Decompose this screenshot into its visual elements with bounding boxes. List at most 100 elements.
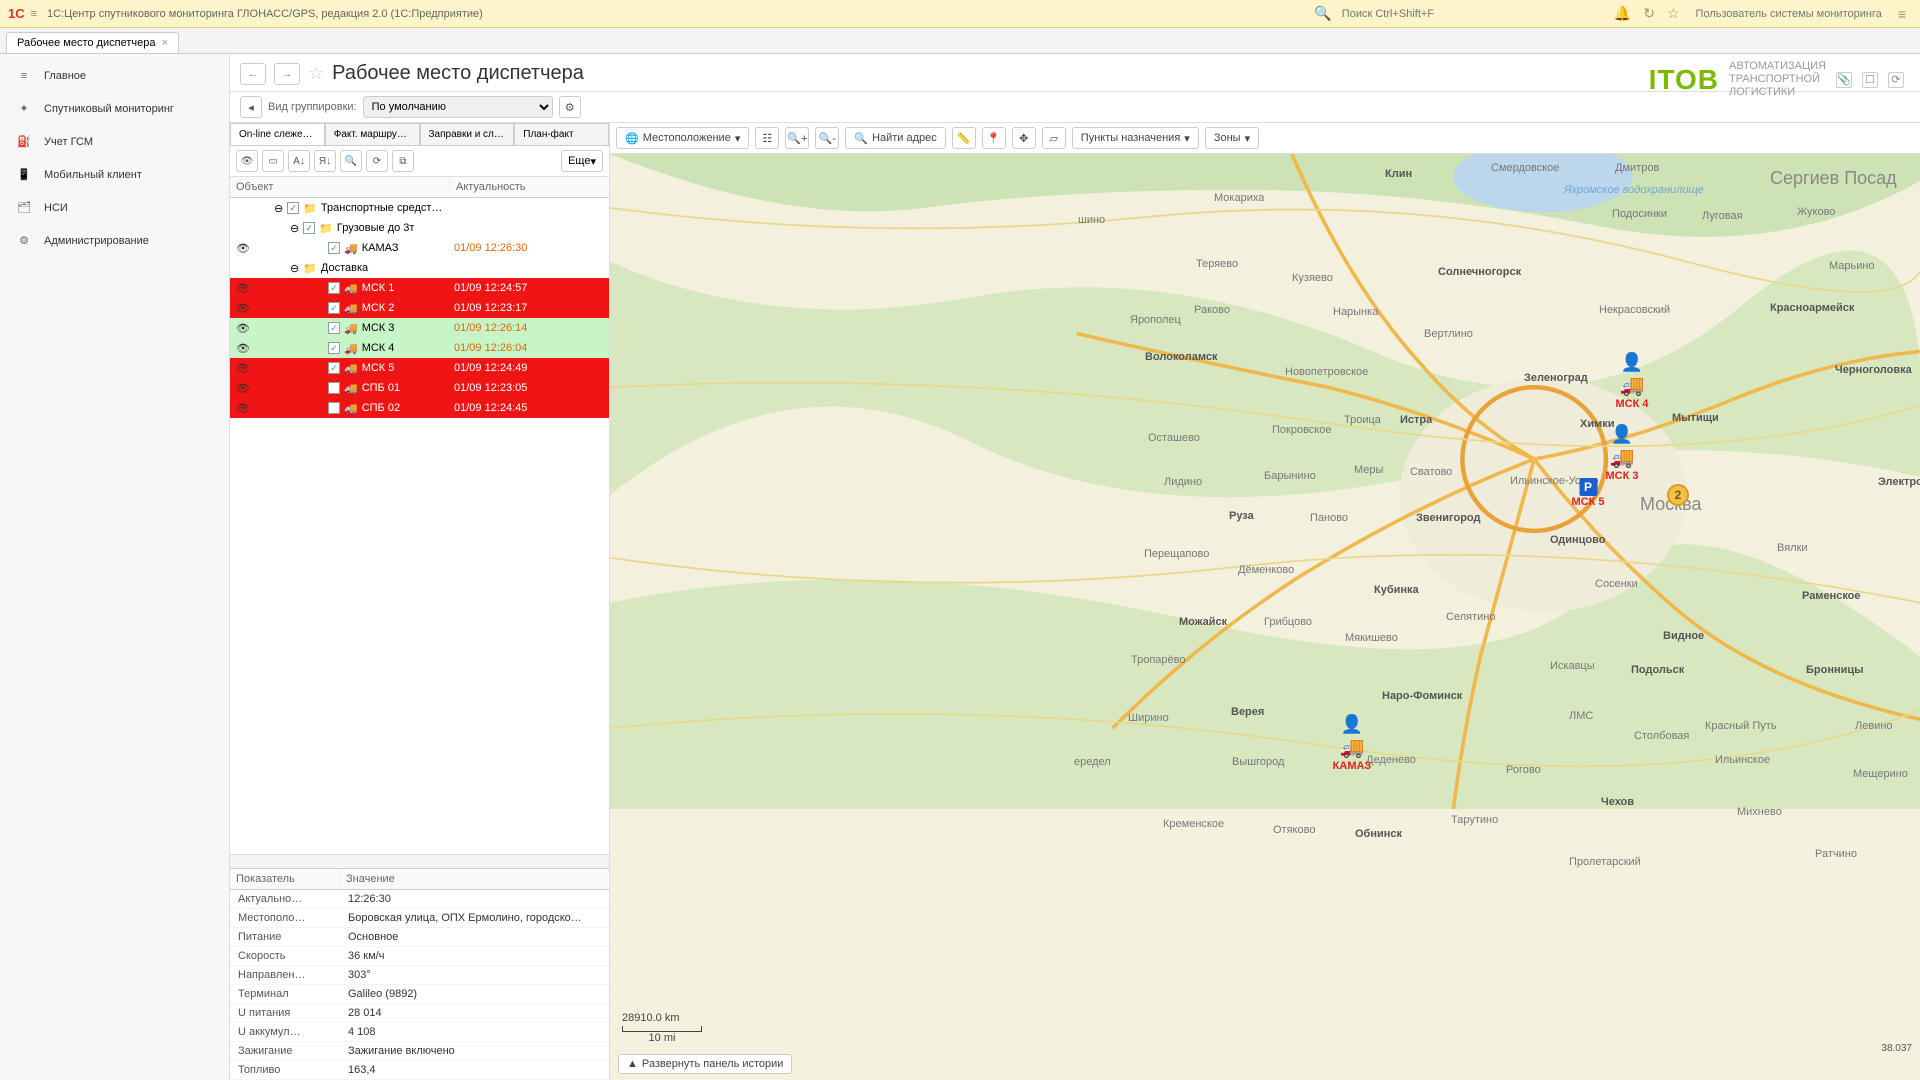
history-panel-button[interactable]: ▲ Развернуть панель истории: [618, 1054, 792, 1074]
tab-dispatcher[interactable]: Рабочее место диспетчера ×: [6, 32, 179, 53]
global-search-input[interactable]: [1338, 4, 1608, 24]
zoom-in-icon[interactable]: 🔍+: [785, 127, 809, 149]
detail-row: Топливо163,4: [230, 1061, 609, 1080]
sidebar-item[interactable]: ⛽ Учет ГСМ: [0, 125, 229, 158]
detail-row: Направлен…303°: [230, 966, 609, 985]
map-city-label: Тарутино: [1451, 814, 1498, 826]
detail-col-val: Значение: [340, 869, 401, 889]
tb-eye-icon[interactable]: 👁: [236, 150, 258, 172]
sidebar-icon: 🗂: [16, 201, 32, 214]
map-toolbar: 🌐 Местоположение ▾ ☷ 🔍+ 🔍- 🔍 Найти адрес…: [610, 123, 1920, 154]
tree-row[interactable]: 👁 🚚 МСК 501/09 12:24:49: [230, 358, 609, 378]
col-object: Объект: [230, 177, 450, 197]
tree-row[interactable]: ⊖ 📁 Доставка: [230, 258, 609, 278]
pin-icon[interactable]: 📍: [982, 127, 1006, 149]
close-icon[interactable]: ×: [161, 37, 167, 49]
detail-row: ТерминалGalileo (9892): [230, 985, 609, 1004]
vehicles-panel: On-line слеже…Факт. маршру…Заправки и сл…: [230, 123, 610, 1080]
brand-logo: ITOB: [1649, 64, 1719, 96]
tree-row[interactable]: 👁 🚚 МСК 301/09 12:26:14: [230, 318, 609, 338]
sidebar-item[interactable]: 📱 Мобильный клиент: [0, 158, 229, 191]
tree-row[interactable]: 👁 🚚 МСК 101/09 12:24:57: [230, 278, 609, 298]
grouping-label: Вид группировки:: [268, 101, 357, 113]
sidebar-label: Мобильный клиент: [44, 169, 142, 181]
attach-icon[interactable]: 📎: [1836, 72, 1852, 88]
sidebar-icon: ⚙: [16, 234, 32, 247]
grouping-select[interactable]: По умолчанию: [363, 96, 553, 118]
sidebar-item[interactable]: ✦Спутниковый мониторинг: [0, 92, 229, 125]
detail-col-key: Показатель: [230, 869, 340, 889]
select-icon[interactable]: ✥: [1012, 127, 1036, 149]
menu-icon[interactable]: ≡: [31, 8, 37, 20]
sidebar-item[interactable]: ≡Главное: [0, 60, 229, 92]
bell-icon[interactable]: 🔔: [1614, 5, 1631, 22]
settings2-icon[interactable]: ☐: [1862, 72, 1878, 88]
map-city-label: Ратчино: [1815, 848, 1857, 860]
panel-tabs: On-line слеже…Факт. маршру…Заправки и сл…: [230, 123, 609, 146]
tree-row[interactable]: 👁 🚚 КАМАЗ01/09 12:26:30: [230, 238, 609, 258]
map-scale: 28910.0 km 10 mi: [622, 1012, 702, 1044]
map[interactable]: 28910.0 km 10 mi 38.037 ▲ Развернуть пан…: [610, 154, 1920, 1080]
brand-tagline: АВТОМАТИЗАЦИЯТРАНСПОРТНОЙЛОГИСТИКИ: [1729, 60, 1826, 100]
tb-reload-icon[interactable]: ⟳: [366, 150, 388, 172]
tb-sort2-icon[interactable]: Я↓: [314, 150, 336, 172]
map-coord: 38.037: [1881, 1043, 1912, 1054]
detail-row: U аккумул…4 108: [230, 1023, 609, 1042]
tree-row[interactable]: ⊖ 📁 Грузовые до 3т: [230, 218, 609, 238]
tb-sort1-icon[interactable]: A↓: [288, 150, 310, 172]
detail-row: Актуально…12:26:30: [230, 890, 609, 909]
panel-tab[interactable]: План-факт: [514, 123, 609, 145]
map-city-label: Пролетарский: [1569, 856, 1641, 868]
destinations-button[interactable]: Пункты назначения ▾: [1072, 127, 1199, 149]
detail-row: ЗажиганиеЗажигание включено: [230, 1042, 609, 1061]
nav-fwd-button[interactable]: →: [274, 63, 300, 85]
zoom-out-icon[interactable]: 🔍-: [815, 127, 839, 149]
sidebar-icon: ⛽: [16, 135, 32, 148]
vehicle-tree[interactable]: ⊖ 📁 Транспортные средст…⊖ 📁 Грузовые до …: [230, 198, 609, 854]
star-icon[interactable]: ☆: [1667, 5, 1680, 22]
logo-1c: 1C: [8, 6, 25, 21]
ruler-icon[interactable]: 📏: [952, 127, 976, 149]
detail-row: ПитаниеОсновное: [230, 928, 609, 947]
panel-tab[interactable]: Заправки и сл…: [420, 123, 515, 145]
more-button[interactable]: Еще ▾: [561, 150, 603, 172]
sidebar-label: Администрирование: [44, 235, 149, 247]
grouping-dropdown-icon[interactable]: ◂: [240, 96, 262, 118]
grouping-settings-icon[interactable]: ⚙: [559, 96, 581, 118]
sidebar-icon: ✦: [16, 102, 32, 115]
detail-row: U питания28 014: [230, 1004, 609, 1023]
panel-tab[interactable]: On-line слеже…: [230, 123, 325, 145]
user-label[interactable]: Пользователь системы мониторинга: [1696, 8, 1882, 20]
tree-row[interactable]: 👁 🚚 МСК 401/09 12:26:04: [230, 338, 609, 358]
tree-row[interactable]: 👁 🚚 СПБ 0101/09 12:23:05: [230, 378, 609, 398]
tb-search-icon[interactable]: 🔍: [340, 150, 362, 172]
sidebar-icon: 📱: [16, 168, 32, 181]
search-icon[interactable]: 🔍: [1314, 5, 1331, 22]
tb-filter-icon[interactable]: ▭: [262, 150, 284, 172]
tree-row[interactable]: 👁 🚚 МСК 201/09 12:23:17: [230, 298, 609, 318]
layers-icon[interactable]: ☷: [755, 127, 779, 149]
polygon-icon[interactable]: ▱: [1042, 127, 1066, 149]
detail-row: Скорость36 км/ч: [230, 947, 609, 966]
fav-icon[interactable]: ☆: [308, 63, 324, 84]
zones-button[interactable]: Зоны ▾: [1205, 127, 1259, 149]
detail-row: Местополо…Боровская улица, ОПХ Ермолино,…: [230, 909, 609, 928]
location-button[interactable]: 🌐 Местоположение ▾: [616, 127, 749, 149]
find-address-button[interactable]: 🔍 Найти адрес: [845, 127, 945, 149]
tb-window-icon[interactable]: ⧉: [392, 150, 414, 172]
panel-tab[interactable]: Факт. маршру…: [325, 123, 420, 145]
user-menu-icon[interactable]: ≡: [1898, 6, 1906, 22]
sidebar-label: Учет ГСМ: [44, 136, 93, 148]
title-bar: 1C ≡ 1С:Центр спутникового мониторинга Г…: [0, 0, 1920, 28]
history-icon[interactable]: ↻: [1643, 5, 1655, 22]
sidebar-item[interactable]: 🗂 НСИ: [0, 191, 229, 224]
sidebar-item[interactable]: ⚙ Администрирование: [0, 224, 229, 257]
nav-back-button[interactable]: ←: [240, 63, 266, 85]
map-city-label: Обнинск: [1355, 828, 1402, 840]
sidebar-label: НСИ: [44, 202, 68, 214]
h-scrollbar[interactable]: [230, 854, 609, 868]
tree-row[interactable]: ⊖ 📁 Транспортные средст…: [230, 198, 609, 218]
tree-row[interactable]: 👁 🚚 СПБ 0201/09 12:24:45: [230, 398, 609, 418]
tab-label: Рабочее место диспетчера: [17, 37, 155, 49]
refresh-icon[interactable]: ⟳: [1888, 72, 1904, 88]
